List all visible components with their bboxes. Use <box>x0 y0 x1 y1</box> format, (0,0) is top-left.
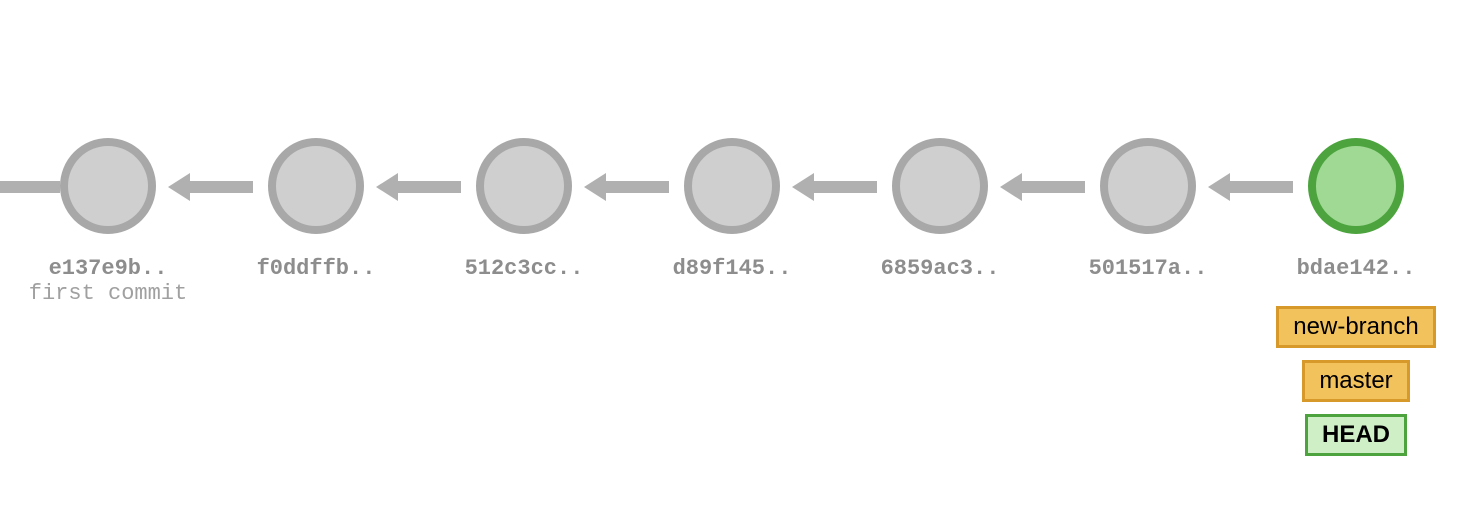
commit-hash: 501517a.. <box>1068 256 1228 281</box>
commit-node-head: bdae142.. <box>1276 138 1436 281</box>
commit-node: f0ddffb.. <box>236 138 396 281</box>
commit-circle-icon <box>684 138 780 234</box>
ref-labels: new-branch master HEAD <box>1258 306 1454 456</box>
commit-node: d89f145.. <box>652 138 812 281</box>
commit-node: e137e9b.. first commit <box>28 138 188 306</box>
commit-hash: 6859ac3.. <box>860 256 1020 281</box>
branch-label: new-branch <box>1276 306 1435 348</box>
arrow-tip-icon <box>168 173 190 201</box>
commit-circle-icon <box>1100 138 1196 234</box>
arrow-tip-icon <box>792 173 814 201</box>
commit-node: 6859ac3.. <box>860 138 1020 281</box>
arrow-tip-icon <box>584 173 606 201</box>
commit-circle-icon <box>1308 138 1404 234</box>
commit-hash: 512c3cc.. <box>444 256 604 281</box>
commit-message: first commit <box>28 281 188 306</box>
commit-circle-icon <box>892 138 988 234</box>
commit-node: 512c3cc.. <box>444 138 604 281</box>
commit-hash: e137e9b.. <box>28 256 188 281</box>
commit-hash: d89f145.. <box>652 256 812 281</box>
arrow-tip-icon <box>376 173 398 201</box>
arrow-tip-icon <box>1208 173 1230 201</box>
head-label: HEAD <box>1305 414 1407 456</box>
git-graph: e137e9b.. first commit f0ddffb.. 512c3cc… <box>0 0 1481 517</box>
branch-label: master <box>1302 360 1409 402</box>
commit-hash: f0ddffb.. <box>236 256 396 281</box>
arrow-tip-icon <box>1000 173 1022 201</box>
commit-node: 501517a.. <box>1068 138 1228 281</box>
commit-circle-icon <box>268 138 364 234</box>
commit-circle-icon <box>476 138 572 234</box>
commit-circle-icon <box>60 138 156 234</box>
commit-hash: bdae142.. <box>1276 256 1436 281</box>
